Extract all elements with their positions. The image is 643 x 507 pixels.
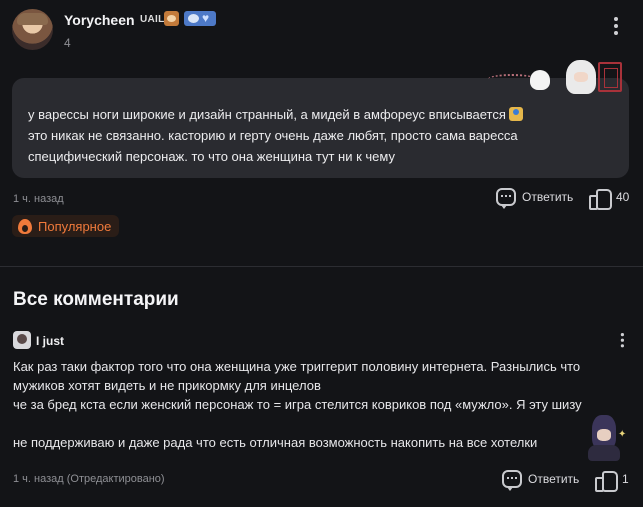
- comment-text: Как раз таки фактор того что она женщина…: [13, 357, 633, 452]
- sticker-image: ✦: [584, 415, 626, 461]
- like-button[interactable]: 40: [589, 188, 630, 210]
- post-text-line: это никак не связанно. касторию и герту …: [28, 128, 518, 143]
- post-timestamp: 1 ч. назад: [13, 193, 64, 205]
- author-badge: UAIL: [140, 14, 165, 25]
- like-count: 1: [622, 472, 629, 486]
- badge-emoji-icon: [164, 11, 179, 26]
- comment-avatar[interactable]: [13, 331, 31, 349]
- comment-like-button[interactable]: 1: [595, 470, 629, 492]
- thumbs-up-icon: [595, 470, 618, 492]
- post-text-line: у варессы ноги широкие и дизайн странный…: [28, 104, 618, 125]
- flame-icon: [18, 218, 32, 234]
- popular-tag[interactable]: Популярное: [12, 215, 120, 237]
- post-text: у варессы ноги широкие и дизайн странный…: [28, 104, 618, 167]
- popular-tag-label: Популярное: [38, 218, 112, 234]
- author-level: 4: [64, 36, 71, 50]
- comment-text-line: не поддерживаю и даже рада что есть отли…: [13, 435, 538, 450]
- thumbs-up-icon: [589, 188, 612, 210]
- comment-text-line: мужиков хотят видеть и не прикормку для …: [13, 378, 321, 393]
- reply-icon: [502, 470, 522, 491]
- reply-label: Ответить: [528, 472, 580, 486]
- divider: [0, 266, 643, 267]
- comment-author[interactable]: I just: [36, 334, 64, 348]
- comment-text-line: че за бред кста если женский персонаж то…: [13, 397, 582, 412]
- author-name[interactable]: Yorycheen: [64, 12, 135, 28]
- comment-text-line: [13, 414, 633, 433]
- comment-timestamp: 1 ч. назад (Отредактировано): [13, 473, 165, 485]
- top-post: Yorycheen UAIL 4 у варессы ноги широкие …: [0, 0, 643, 266]
- section-title: Все комментарии: [13, 289, 179, 310]
- reply-icon: [496, 188, 516, 209]
- emoji-icon: [508, 107, 523, 121]
- reply-button[interactable]: Ответить: [496, 188, 574, 209]
- post-text-line: специфический персонаж. то что она женщи…: [28, 149, 395, 164]
- comment-reply-button[interactable]: Ответить: [502, 470, 580, 491]
- badge-heart-icon: [184, 11, 216, 26]
- reply-label: Ответить: [522, 190, 574, 204]
- bubble-decoration: [488, 58, 624, 98]
- comment-text-line: Как раз таки фактор того что она женщина…: [13, 359, 581, 374]
- like-count: 40: [616, 190, 630, 204]
- more-vertical-icon[interactable]: [620, 333, 625, 351]
- more-vertical-icon[interactable]: [613, 17, 619, 39]
- author-avatar[interactable]: [12, 9, 53, 50]
